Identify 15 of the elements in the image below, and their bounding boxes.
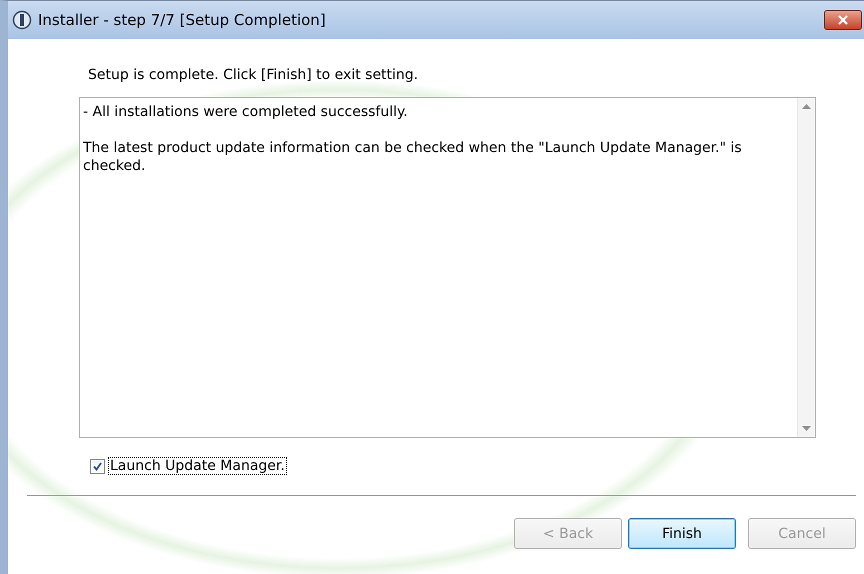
scroll-down-icon [802, 426, 811, 431]
checkbox[interactable] [90, 458, 105, 474]
log-paragraph: The latest product update information can be checked when the "Launch Update Manager." is checked. [83, 139, 743, 175]
check-icon [93, 462, 102, 470]
dialog-button[interactable]: Finish [628, 518, 736, 549]
scroll-up-icon [802, 104, 811, 109]
instruction-text: Setup is complete. Click [Finish] to exit setting. [88, 67, 420, 85]
close-button[interactable] [824, 10, 862, 30]
installer-icon [12, 10, 32, 30]
log-text-area[interactable]: - All installations were completed successfully. The latest product update information can be checked when the "Launch Update Manager." is checked. [79, 97, 816, 438]
close-icon [838, 15, 848, 25]
window-title: Installer - step 7/7 [Setup Completion] [38, 11, 327, 29]
scrollbar[interactable] [797, 98, 815, 437]
checkbox-label[interactable]: Launch Update Manager. [108, 457, 287, 475]
log-paragraph: - All installations were completed successfully. [83, 103, 409, 121]
